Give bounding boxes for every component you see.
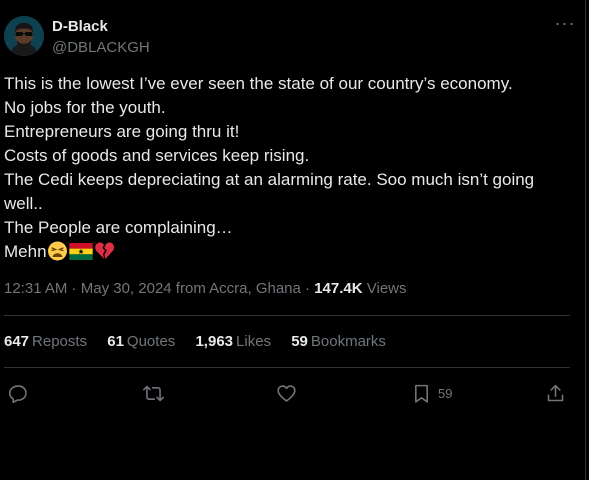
tweet-header: D-Black @DBLACKGH ··· bbox=[4, 14, 576, 58]
quotes-label: Quotes bbox=[126, 333, 176, 350]
tweet-line: No jobs for the youth. bbox=[4, 98, 166, 117]
ghana-flag-emoji bbox=[68, 243, 93, 260]
tweet-time[interactable]: 12:31 AM bbox=[4, 280, 67, 297]
column-border bbox=[585, 0, 586, 480]
repost-icon bbox=[143, 385, 164, 401]
more-options-icon[interactable]: ··· bbox=[554, 14, 576, 38]
tweet-line: Mehn bbox=[4, 242, 47, 261]
bookmark-button[interactable]: 59 bbox=[411, 380, 452, 406]
action-bar: 59 bbox=[0, 380, 589, 406]
reply-button[interactable] bbox=[8, 380, 29, 406]
divider bbox=[4, 367, 570, 368]
share-icon bbox=[547, 384, 564, 401]
tweet-last-line: Mehn bbox=[4, 240, 564, 264]
views-count: 147.4K bbox=[314, 280, 363, 297]
reposts-label: Reposts bbox=[32, 333, 88, 350]
tweet-text: This is the lowest I’ve ever seen the st… bbox=[4, 72, 564, 264]
quotes-count: 61 bbox=[107, 333, 124, 350]
repost-button[interactable] bbox=[143, 380, 164, 406]
tweet-line: The Cedi keeps depreciating at an alarmi… bbox=[4, 170, 539, 213]
tweet-line: The People are complaining… bbox=[4, 218, 233, 237]
broken-heart-emoji bbox=[94, 242, 114, 259]
likes-stat[interactable]: 1,963 Likes bbox=[195, 333, 271, 350]
engagement-stats: 647 Reposts 61 Quotes 1,963 Likes 59 Bookmar… bbox=[4, 333, 402, 350]
avatar[interactable] bbox=[4, 16, 44, 56]
likes-label: Likes bbox=[236, 333, 272, 350]
like-button[interactable] bbox=[276, 380, 297, 406]
meta-separator: · bbox=[67, 280, 81, 297]
reposts-count: 647 bbox=[4, 333, 30, 350]
likes-count: 1,963 bbox=[195, 333, 234, 350]
tweet-line: This is the lowest I’ve ever seen the st… bbox=[4, 74, 513, 93]
tweet-meta: 12:31 AM · May 30, 2024 from Accra, Ghan… bbox=[4, 280, 407, 297]
author-name[interactable]: D-Black bbox=[52, 18, 108, 35]
bookmarks-label: Bookmarks bbox=[310, 333, 386, 350]
views-label: Views bbox=[362, 280, 407, 297]
bookmarks-count: 59 bbox=[291, 333, 308, 350]
bookmarks-stat[interactable]: 59 Bookmarks bbox=[291, 333, 386, 350]
tweet-line: Costs of goods and services keep rising. bbox=[4, 146, 310, 165]
bookmark-icon bbox=[415, 384, 428, 403]
tweet-line: Entrepreneurs are going thru it! bbox=[4, 122, 240, 141]
tweet-location: from Accra, Ghana bbox=[171, 280, 301, 297]
weary-face-emoji bbox=[47, 241, 67, 261]
reply-icon bbox=[8, 384, 27, 403]
bookmark-count: 59 bbox=[438, 385, 453, 401]
reposts-stat[interactable]: 647 Reposts bbox=[4, 333, 87, 350]
heart-icon bbox=[277, 384, 296, 402]
meta-separator: · bbox=[300, 280, 315, 297]
divider bbox=[4, 315, 570, 316]
author-handle[interactable]: @DBLACKGH bbox=[52, 39, 150, 56]
share-button[interactable] bbox=[545, 380, 566, 406]
tweet-date[interactable]: May 30, 2024 bbox=[81, 280, 172, 297]
quotes-stat[interactable]: 61 Quotes bbox=[107, 333, 175, 350]
